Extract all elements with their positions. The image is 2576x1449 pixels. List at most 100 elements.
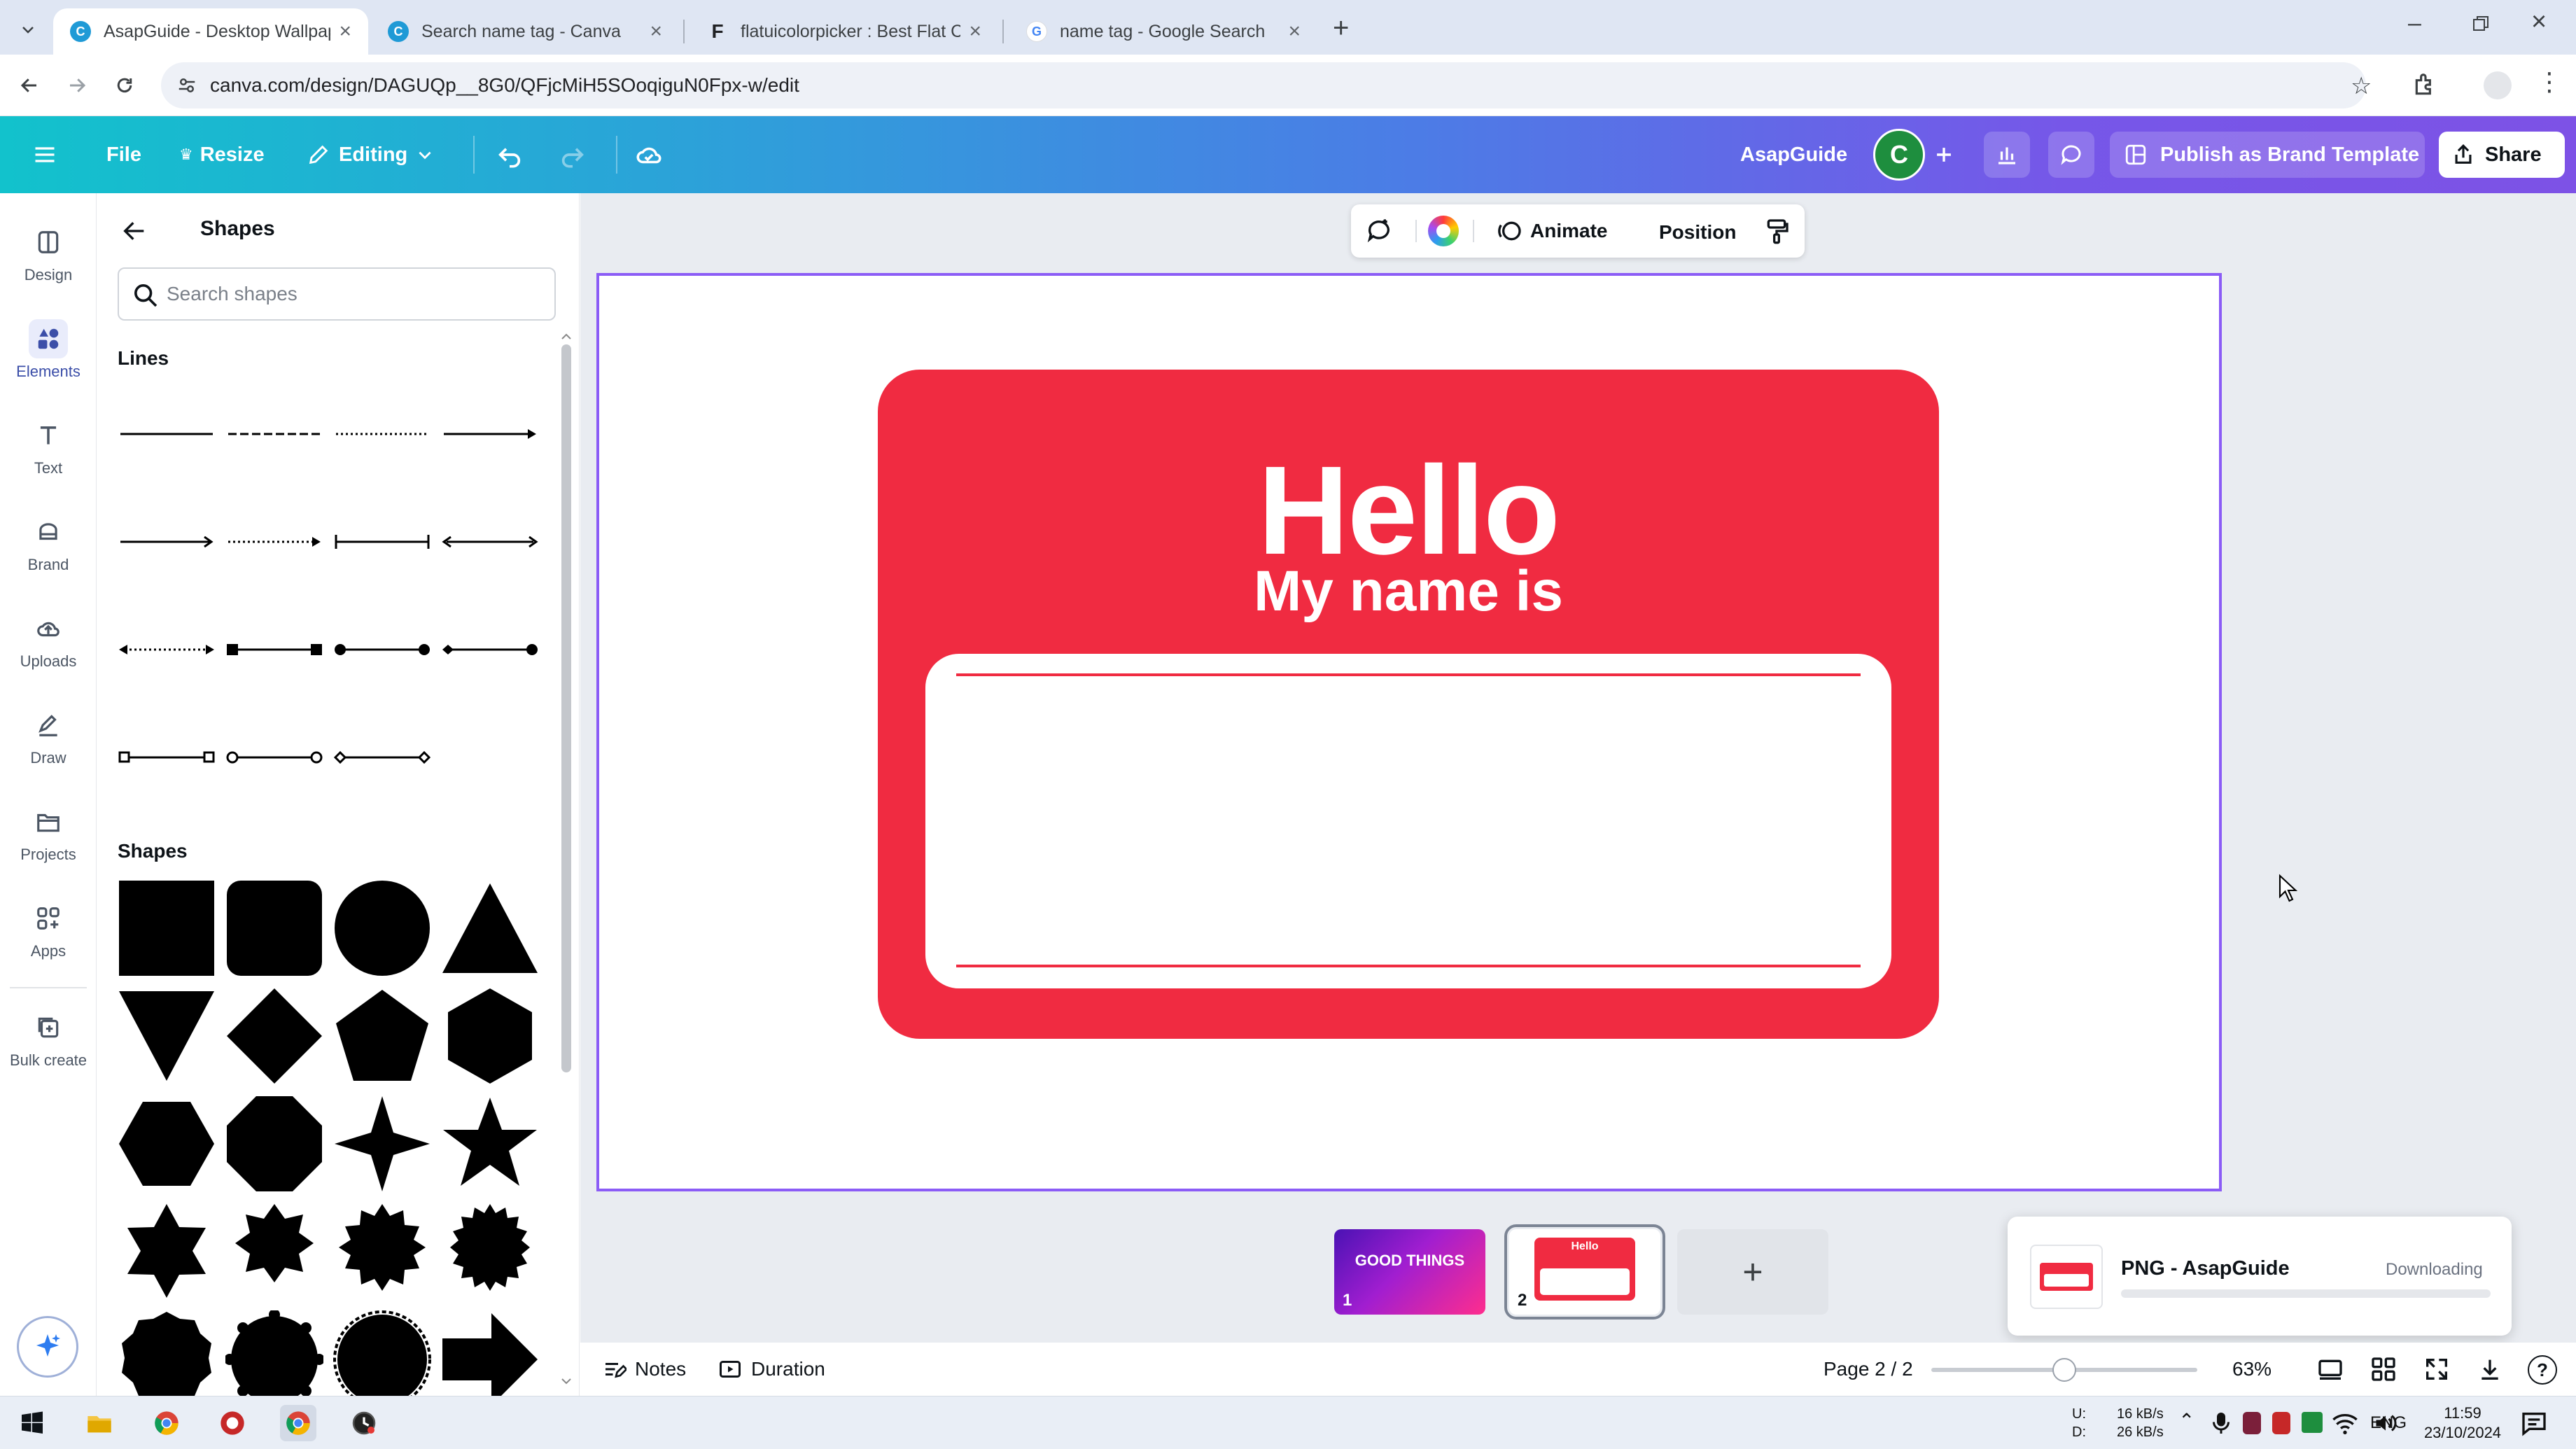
shape-square[interactable] — [118, 879, 216, 977]
magic-comment-icon[interactable] — [1365, 217, 1393, 245]
shape-burst[interactable] — [441, 1203, 539, 1301]
tray-chevron-up-icon[interactable]: ⌃ — [2178, 1409, 2194, 1432]
browser-menu-icon[interactable]: ⋮ — [2537, 67, 2562, 97]
line-double-arrow[interactable] — [441, 521, 539, 563]
tab-search-name-tag-canva[interactable]: C Search name tag - Canva × — [371, 8, 679, 55]
shape-four-point-star[interactable] — [333, 1095, 431, 1193]
shape-triangle[interactable] — [441, 879, 539, 977]
tab-asapguide[interactable]: C AsapGuide - Desktop Wallpape × — [53, 8, 368, 55]
shape-eight-point-star[interactable] — [225, 1203, 323, 1301]
panel-scroll-thumb[interactable] — [561, 344, 571, 1072]
rail-item-elements[interactable]: Elements — [0, 319, 97, 381]
shape-twelve-point-star[interactable] — [333, 1203, 431, 1301]
close-tab-icon[interactable]: × — [969, 20, 981, 43]
wifi-icon[interactable] — [2303, 1409, 2359, 1437]
extensions-icon[interactable] — [2412, 71, 2439, 98]
tab-flatuicolorpicker[interactable]: F flatuicolorpicker : Best Flat Colo × — [690, 8, 998, 55]
site-info-icon[interactable] — [176, 75, 197, 96]
line-dotted-double-arrow[interactable] — [118, 629, 216, 671]
clock[interactable]: 11:59 23/10/2024 — [2421, 1404, 2505, 1443]
editing-mode-dropdown[interactable]: Editing — [307, 132, 434, 178]
rail-item-draw[interactable]: Draw — [0, 706, 97, 767]
url-field[interactable]: canva.com/design/DAGUQp__8G0/QFjcMiH5SOo… — [161, 62, 2372, 108]
file-explorer-icon[interactable] — [81, 1405, 118, 1441]
shape-diamond[interactable] — [225, 987, 323, 1085]
line-bar-ends[interactable] — [333, 521, 431, 563]
back-arrow-icon[interactable] — [120, 217, 148, 245]
redo-icon[interactable] — [559, 132, 587, 178]
duration-button[interactable]: Duration — [718, 1357, 825, 1382]
shape-scalloped-circle[interactable] — [225, 1310, 323, 1396]
search-box[interactable] — [118, 267, 556, 321]
close-window-icon[interactable]: × — [2531, 7, 2547, 37]
bookmark-star-icon[interactable]: ☆ — [2351, 72, 2372, 100]
zoom-slider-knob[interactable] — [2052, 1358, 2076, 1382]
download-arrow-icon[interactable] — [2476, 1355, 2504, 1383]
line-square-ends[interactable] — [225, 629, 323, 671]
tab-search-chevron-icon[interactable] — [14, 15, 42, 43]
search-input[interactable] — [167, 283, 531, 305]
line-arrow[interactable] — [441, 413, 539, 455]
screen-recorder-icon[interactable] — [214, 1405, 251, 1441]
fullscreen-icon[interactable] — [2423, 1355, 2451, 1383]
clock-app-icon[interactable] — [346, 1405, 382, 1441]
shape-inverted-triangle[interactable] — [118, 987, 216, 1085]
page-thumbnail-2[interactable]: Hello 2 — [1504, 1224, 1665, 1320]
rail-item-text[interactable]: Text — [0, 416, 97, 477]
resize-button[interactable]: ♛ Resize — [179, 132, 265, 178]
user-avatar[interactable]: C — [1873, 129, 1925, 181]
magic-assistant-button[interactable] — [17, 1316, 78, 1378]
animate-button[interactable]: Animate — [1495, 217, 1607, 245]
main-menu-icon[interactable] — [32, 132, 57, 178]
share-button[interactable]: Share — [2439, 132, 2565, 178]
color-picker-icon[interactable] — [1428, 216, 1459, 246]
close-tab-icon[interactable]: × — [1288, 20, 1301, 43]
line-solid[interactable] — [118, 413, 216, 455]
rail-item-projects[interactable]: Projects — [0, 802, 97, 864]
name-writing-box[interactable] — [925, 654, 1891, 988]
close-tab-icon[interactable]: × — [339, 20, 351, 43]
shape-octagon[interactable] — [225, 1095, 323, 1193]
shape-seal-badge[interactable] — [118, 1310, 216, 1396]
new-tab-icon[interactable]: + — [1333, 13, 1349, 44]
chrome-icon[interactable] — [148, 1405, 185, 1441]
insights-icon[interactable] — [1984, 132, 2030, 178]
microphone-icon[interactable] — [2211, 1410, 2232, 1436]
pages-view-icon[interactable] — [2316, 1355, 2344, 1383]
forward-icon[interactable] — [59, 67, 95, 104]
line-open-circle-ends[interactable] — [225, 736, 323, 778]
line-dashed[interactable] — [225, 413, 323, 455]
file-menu-button[interactable]: File — [106, 132, 141, 178]
position-button[interactable]: Position — [1659, 221, 1736, 244]
publish-brand-template-button[interactable]: Publish as Brand Template — [2110, 132, 2425, 178]
my-name-is-subheading[interactable]: My name is — [878, 563, 1939, 620]
chrome-active-icon[interactable] — [280, 1405, 316, 1441]
bottom-red-line[interactable] — [956, 965, 1861, 967]
shape-pentagon[interactable] — [333, 987, 431, 1085]
shape-hexagon-horizontal[interactable] — [118, 1095, 216, 1193]
shape-arrow-right[interactable] — [441, 1310, 539, 1396]
notifications-icon[interactable] — [2520, 1409, 2548, 1437]
back-icon[interactable] — [11, 67, 48, 104]
help-icon[interactable]: ? — [2528, 1355, 2557, 1385]
shape-circle[interactable] — [333, 879, 431, 977]
paint-format-icon[interactable] — [1763, 217, 1791, 245]
page-thumbnail-1[interactable]: GOOD THINGS 1 — [1334, 1229, 1485, 1315]
rail-item-uploads[interactable]: Uploads — [0, 609, 97, 671]
rail-item-brand[interactable]: Brand — [0, 512, 97, 574]
line-dotted[interactable] — [333, 413, 431, 455]
shape-hexagon[interactable] — [441, 987, 539, 1085]
language-indicator[interactable]: ENG — [2370, 1413, 2412, 1433]
profile-avatar[interactable] — [2484, 71, 2512, 99]
line-circle-ends[interactable] — [333, 629, 431, 671]
tray-recorder-icon[interactable] — [2272, 1412, 2290, 1434]
line-open-square-ends[interactable] — [118, 736, 216, 778]
line-diamond-circle-ends[interactable] — [441, 629, 539, 671]
shape-six-point-star[interactable] — [118, 1203, 216, 1301]
line-open-diamond-ends[interactable] — [333, 736, 431, 778]
minimize-window-icon[interactable]: – — [2408, 10, 2421, 37]
team-name[interactable]: AsapGuide — [1740, 132, 1847, 178]
rail-item-design[interactable]: Design — [0, 223, 97, 284]
cloud-saved-icon[interactable] — [634, 132, 664, 178]
reload-icon[interactable] — [106, 67, 143, 104]
